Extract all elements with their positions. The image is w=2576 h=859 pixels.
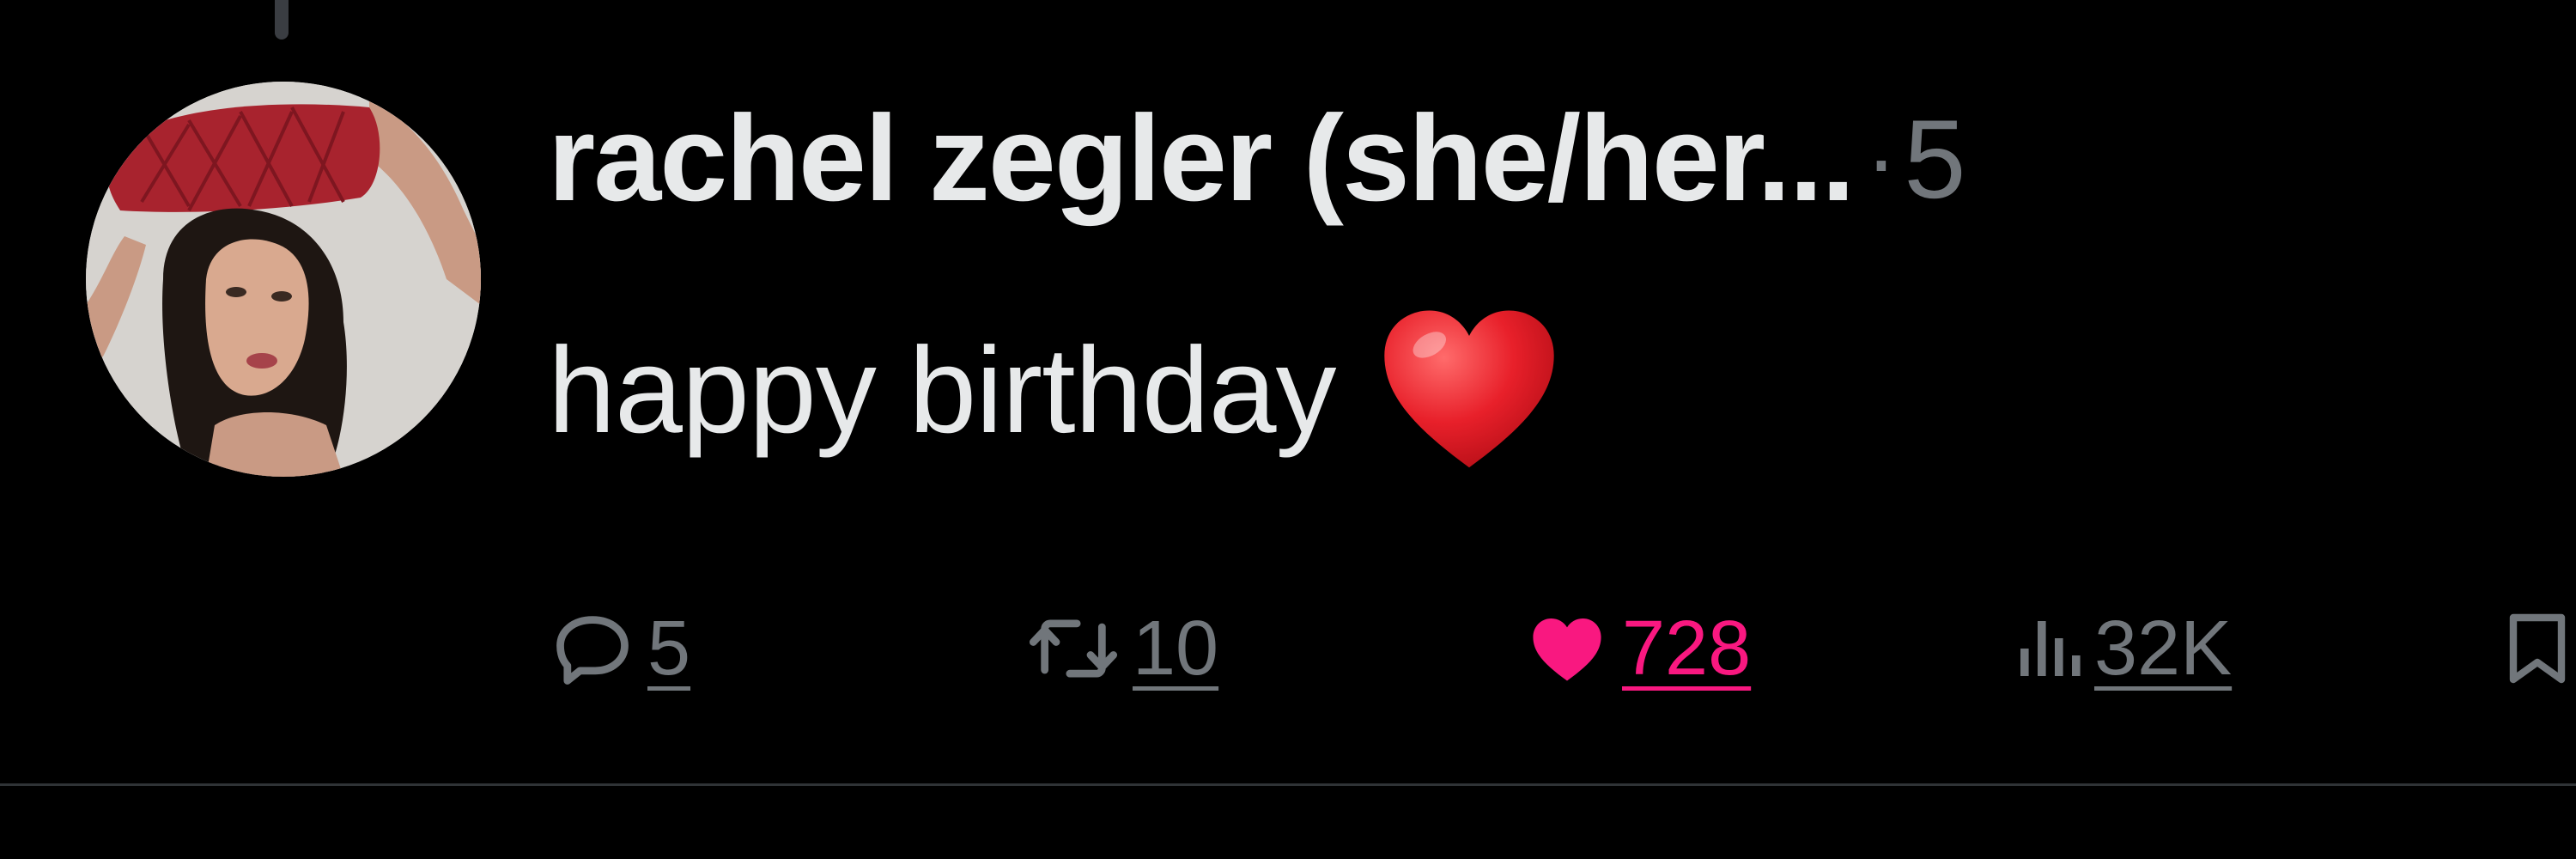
like-count[interactable]: 728 [1622,605,1751,693]
bookmark-icon [2503,606,2572,691]
views-icon [2014,606,2082,691]
thread-connector-line [275,0,289,40]
like-icon [1524,606,1610,691]
bookmark-button[interactable] [2503,584,2572,713]
action-bar: 5 10 728 32K [0,584,2576,713]
reply-count[interactable]: 5 [647,605,690,693]
display-name[interactable]: rachel zegler (she/her... [548,88,1856,229]
separator-dot: · [1865,106,1898,212]
like-button[interactable]: 728 [1524,584,1751,713]
reply-icon [550,606,635,691]
views-button[interactable]: 32K [2014,584,2232,713]
tweet-text: happy birthday [548,305,1559,477]
retweet-count[interactable]: 10 [1133,605,1218,693]
timestamp[interactable]: 5 [1904,94,1965,223]
tweet-card[interactable]: rachel zegler (she/her... · 5 happy birt… [0,0,2576,859]
tweet-header: rachel zegler (she/her... · 5 [548,86,1966,232]
retweet-button[interactable]: 10 [1026,584,1218,713]
avatar-image [86,82,481,477]
tweet-divider [0,783,2576,786]
tweet-body-text: happy birthday [548,322,1337,459]
reply-button[interactable]: 5 [550,584,690,713]
avatar[interactable] [86,82,481,477]
red-heart-emoji [1379,305,1559,477]
views-count[interactable]: 32K [2094,605,2232,693]
retweet-icon [1026,606,1121,691]
